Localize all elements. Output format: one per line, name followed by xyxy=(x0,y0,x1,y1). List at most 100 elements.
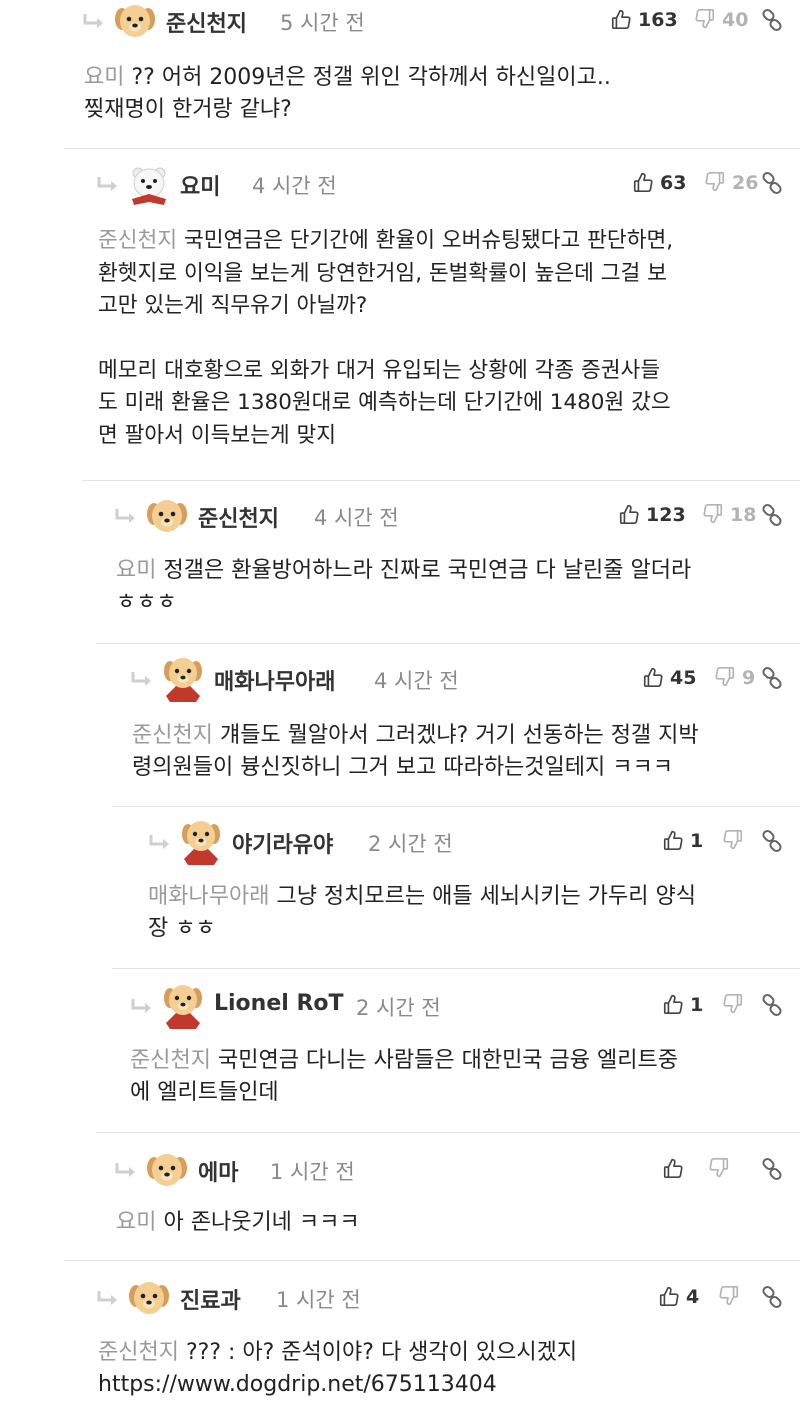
comment-mention[interactable]: 요미 xyxy=(116,558,156,583)
link-icon xyxy=(762,1157,782,1181)
comment: 매화나무아래 4 시간 전 45 9 준신천지 걔들도 뭘알아서 그러겠냐? 거… xyxy=(96,643,800,806)
comment-mention[interactable]: 요미 xyxy=(84,65,124,90)
avatar-dog-cape-icon[interactable] xyxy=(178,819,224,865)
copy-link-button[interactable] xyxy=(760,500,786,530)
comment-body: 요미 정갤은 환율방어하느라 진짜로 국민연금 다 날린줄 알더라 ㅎㅎㅎ xyxy=(116,555,691,619)
thumbs-down-icon xyxy=(715,667,735,687)
comment-text: 국민연금은 단기간에 환율이 오버슈팅됐다고 판단하면, xyxy=(183,228,674,253)
comment-header: 매화나무아래 4 시간 전 45 9 xyxy=(130,658,800,702)
comment-time: 4 시간 전 xyxy=(374,669,459,693)
link-icon xyxy=(762,829,782,853)
avatar-dog-icon[interactable] xyxy=(144,1149,190,1189)
upvote-count: 163 xyxy=(638,9,678,31)
comment-author[interactable]: 매화나무아래 xyxy=(214,664,335,696)
comment: 준신천지 5 시간 전 163 40 요미 ?? 어허 2009년은 정갤 위인… xyxy=(82,0,800,148)
copy-link-button[interactable] xyxy=(760,1282,786,1312)
reply-arrow-icon xyxy=(97,1291,117,1305)
copy-link-button[interactable] xyxy=(760,826,786,856)
comment-mention[interactable]: 준신천지 xyxy=(132,723,213,748)
reply-arrow-icon xyxy=(97,177,117,191)
downvote-count: 9 xyxy=(742,667,756,689)
avatar-dog-icon[interactable] xyxy=(126,1277,172,1317)
comment-header: 진료과 1 시간 전 4 xyxy=(96,1277,800,1317)
reply-arrow-icon xyxy=(83,14,103,28)
reply-arrow-icon xyxy=(149,835,169,849)
comment-header: 에마 1 시간 전 xyxy=(114,1149,800,1189)
thumbs-up-icon xyxy=(643,667,663,687)
thumbs-down-icon xyxy=(709,1158,729,1178)
comment-actions: 63 26 xyxy=(632,168,800,198)
comment-header: 준신천지 4 시간 전 123 18 xyxy=(114,495,800,535)
comment: 요미 4 시간 전 63 26 준신천지 국민연금은 단기간에 환율이 오버슈팅… xyxy=(64,148,800,480)
comment-author[interactable]: 준신천지 xyxy=(198,501,279,533)
comment-actions xyxy=(662,1154,800,1184)
comment-mention[interactable]: 준신천지 xyxy=(98,1340,179,1365)
comment-author[interactable]: 요미 xyxy=(180,169,220,201)
comment: Lionel RoT 2 시간 전 1 준신천지 국민연금 다니는 사람들은 대… xyxy=(112,968,800,1132)
thumbs-up-icon xyxy=(659,1286,679,1306)
comment-time: 1 시간 전 xyxy=(270,1160,355,1184)
link-icon xyxy=(762,8,782,32)
comment-text: 도 미래 환율은 1380원대로 예측하는데 단기간에 1480원 갔으 xyxy=(98,390,671,415)
copy-link-button[interactable] xyxy=(760,168,786,198)
copy-link-button[interactable] xyxy=(760,1154,786,1184)
comment-mention[interactable]: 요미 xyxy=(116,1210,156,1235)
comment-header: 요미 4 시간 전 63 26 xyxy=(96,163,800,205)
reply-arrow-icon xyxy=(115,1163,135,1177)
thumbs-up-icon xyxy=(611,9,631,29)
reply-arrow-icon xyxy=(115,509,135,523)
avatar-dog-icon[interactable] xyxy=(144,495,190,535)
thumbs-up-icon xyxy=(633,172,653,192)
comment: 준신천지 4 시간 전 123 18 요미 정갤은 환율방어하느라 진짜로 국민… xyxy=(82,480,800,643)
comment-time: 4 시간 전 xyxy=(314,506,399,530)
comment-mention[interactable]: 매화나무아래 xyxy=(148,884,269,909)
comment-mention[interactable]: 준신천지 xyxy=(130,1048,211,1073)
comment-body: 요미 ?? 어허 2009년은 정갤 위인 각하께서 하신일이고.. 찢재명이 … xyxy=(84,62,611,126)
comment-author[interactable]: 준신천지 xyxy=(166,6,247,38)
comment-body: 준신천지 걔들도 뭘알아서 그러겠냐? 거기 선동하는 정갤 지박 령의원들이 … xyxy=(132,720,699,784)
comment-text: 고만 있는게 직무유기 아닐까? xyxy=(98,293,368,318)
downvote-count: 26 xyxy=(732,172,759,194)
upvote-count: 63 xyxy=(660,172,687,194)
comment-body: 요미 아 존나웃기네 ㅋㅋㅋ xyxy=(116,1207,360,1239)
comment-author[interactable]: 에마 xyxy=(198,1155,238,1187)
avatar-polar-bear-icon[interactable] xyxy=(126,161,172,207)
comment-text: 아 존나웃기네 ㅋㅋㅋ xyxy=(163,1210,360,1235)
upvote-count: 123 xyxy=(646,504,686,526)
copy-link-button[interactable] xyxy=(760,663,786,693)
thumbs-down-icon xyxy=(705,172,725,192)
upvote-count: 4 xyxy=(686,1286,700,1308)
comment-mention[interactable]: 준신천지 xyxy=(98,228,177,253)
avatar-dog-icon[interactable] xyxy=(112,0,158,40)
copy-link-button[interactable] xyxy=(760,990,786,1020)
comment-text: 찢재명이 한거랑 같냐? xyxy=(84,97,292,122)
comment-time: 4 시간 전 xyxy=(252,174,337,198)
copy-link-button[interactable] xyxy=(760,5,786,35)
thumbs-down-icon xyxy=(723,830,743,850)
link-icon xyxy=(762,171,782,195)
thumbs-up-icon xyxy=(663,830,683,850)
upvote-count: 1 xyxy=(690,994,704,1016)
comment: 야기라유야 2 시간 전 1 매화나무아래 그냥 정치모르는 애들 세뇌시키는 … xyxy=(112,806,800,968)
comment-header: 준신천지 5 시간 전 163 40 xyxy=(82,0,800,40)
comment: 진료과 1 시간 전 4 준신천지 ??? : 아? 준석이야? 다 생각이 있… xyxy=(64,1260,800,1417)
comment-actions: 123 18 xyxy=(618,500,800,530)
avatar-dog-cape-icon[interactable] xyxy=(160,983,206,1029)
link-icon xyxy=(762,993,782,1017)
comment-text: ㅎㅎㅎ xyxy=(116,590,177,615)
comment-link[interactable]: https://www.dogdrip.net/675113404 xyxy=(98,1369,577,1401)
comment-author[interactable]: 진료과 xyxy=(180,1283,241,1315)
comment-text: 국민연금 다니는 사람들은 대한민국 금융 엘리트중 xyxy=(217,1048,678,1073)
avatar-dog-cape-icon[interactable] xyxy=(160,656,206,702)
comment-text: 정갤은 환율방어하느라 진짜로 국민연금 다 날린줄 알더라 xyxy=(163,558,692,583)
comment-header: Lionel RoT 2 시간 전 1 xyxy=(130,985,800,1029)
comment-time: 1 시간 전 xyxy=(276,1288,361,1312)
comment-text: 령의원들이 븅신짓하니 그거 보고 따라하는것일테지 ㅋㅋㅋ xyxy=(132,755,673,780)
comment-author[interactable]: Lionel RoT xyxy=(214,991,344,1016)
comment-text: 면 팔아서 이득보는게 맞지 xyxy=(98,422,337,448)
comment-text: 그냥 정치모르는 애들 세뇌시키는 가두리 양식 xyxy=(276,884,696,909)
thumbs-up-icon xyxy=(663,994,683,1014)
thumbs-down-icon xyxy=(695,9,715,29)
comment-author[interactable]: 야기라유야 xyxy=(232,827,333,859)
comment-actions: 4 xyxy=(658,1282,800,1312)
